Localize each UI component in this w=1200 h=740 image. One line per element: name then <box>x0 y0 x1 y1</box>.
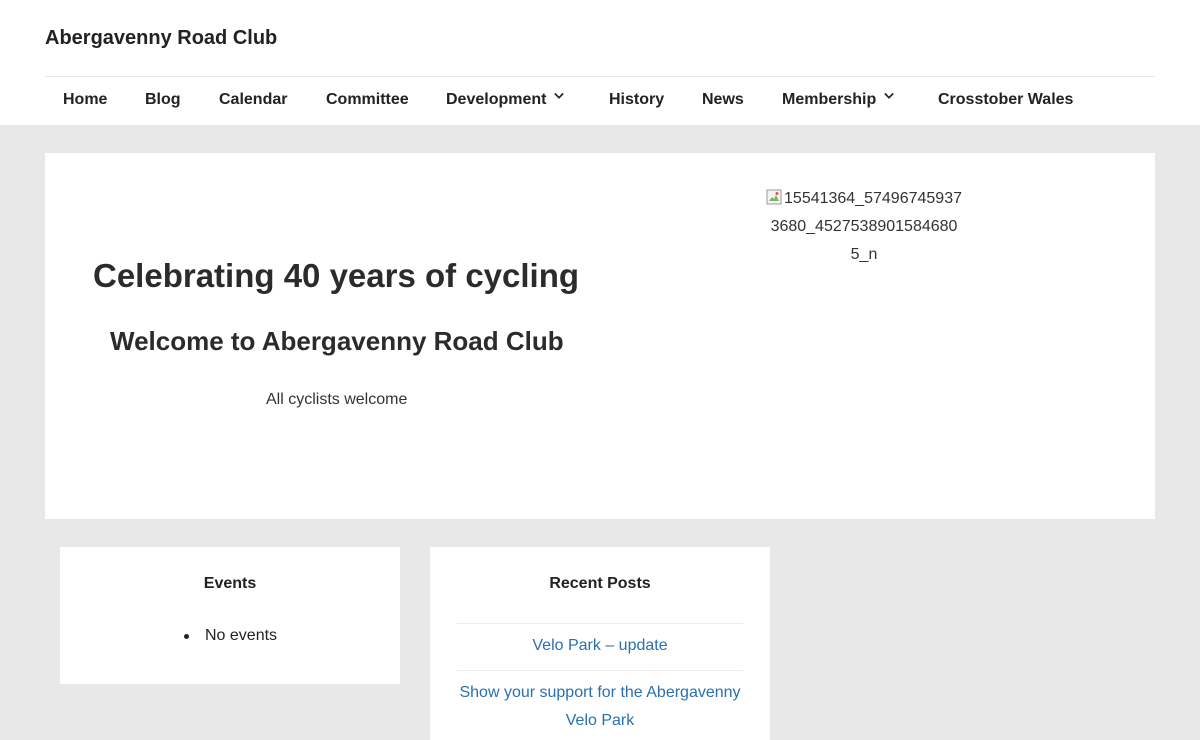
chevron-down-icon[interactable] <box>884 91 895 101</box>
nav-item-label: News <box>702 91 744 108</box>
nav-item-label: History <box>609 91 665 108</box>
hero-heading: Celebrating 40 years of cycling <box>93 257 580 294</box>
nav-item-label: Development <box>446 91 547 108</box>
list-item: Velo Park – update <box>457 623 743 670</box>
nav-item-label: Committee <box>326 91 409 108</box>
hero-subheading: Welcome to Abergavenny Road Club <box>110 326 564 356</box>
nav-item-blog[interactable]: Blog <box>145 77 181 125</box>
recent-posts-list: Velo Park – update Show your support for… <box>457 623 743 740</box>
post-link[interactable]: Show your support for the Abergavenny Ve… <box>459 684 740 729</box>
event-text: No events <box>205 627 278 644</box>
nav-item-label: Blog <box>145 91 181 108</box>
hero-panel: Celebrating 40 years of cycling Welcome … <box>45 153 1155 519</box>
nav-item-membership[interactable]: Membership <box>782 77 895 125</box>
recent-posts-widget: Recent Posts Velo Park – update Show you… <box>430 547 770 740</box>
nav-item-crosstober-wales[interactable]: Crosstober Wales <box>938 77 1073 125</box>
events-list: No events <box>184 627 278 645</box>
nav-item-news[interactable]: News <box>702 77 744 125</box>
broken-image-icon <box>766 189 782 205</box>
nav-item-calendar[interactable]: Calendar <box>219 77 287 125</box>
site-title-link[interactable]: Abergavenny Road Club <box>45 27 277 50</box>
nav-item-committee[interactable]: Committee <box>326 77 409 125</box>
nav-item-label: Calendar <box>219 91 288 108</box>
nav-item-history[interactable]: History <box>609 77 664 125</box>
bullet-icon <box>184 634 189 639</box>
post-link[interactable]: Velo Park – update <box>532 637 667 654</box>
chevron-down-icon[interactable] <box>554 91 565 101</box>
nav-item-label: Membership <box>782 91 877 108</box>
site-header: Abergavenny Road Club Home Blog Calendar… <box>0 0 1200 125</box>
nav-item-label: Crosstober Wales <box>938 91 1074 108</box>
hero-image-alt-text: 15541364_574967459373680_452753890158468… <box>770 190 962 263</box>
list-item: Show your support for the Abergavenny Ve… <box>457 670 743 740</box>
nav-item-development[interactable]: Development <box>446 77 565 125</box>
nav-item-label: Home <box>63 91 108 108</box>
list-item: No events <box>184 627 278 645</box>
hero-image-broken: 15541364_574967459373680_452753890158468… <box>764 185 964 269</box>
hero-tagline: All cyclists welcome <box>266 391 408 408</box>
events-widget-title: Events <box>203 575 257 592</box>
events-widget: Events No events <box>60 547 400 684</box>
nav-item-home[interactable]: Home <box>63 77 107 125</box>
recent-posts-title: Recent Posts <box>549 575 651 592</box>
